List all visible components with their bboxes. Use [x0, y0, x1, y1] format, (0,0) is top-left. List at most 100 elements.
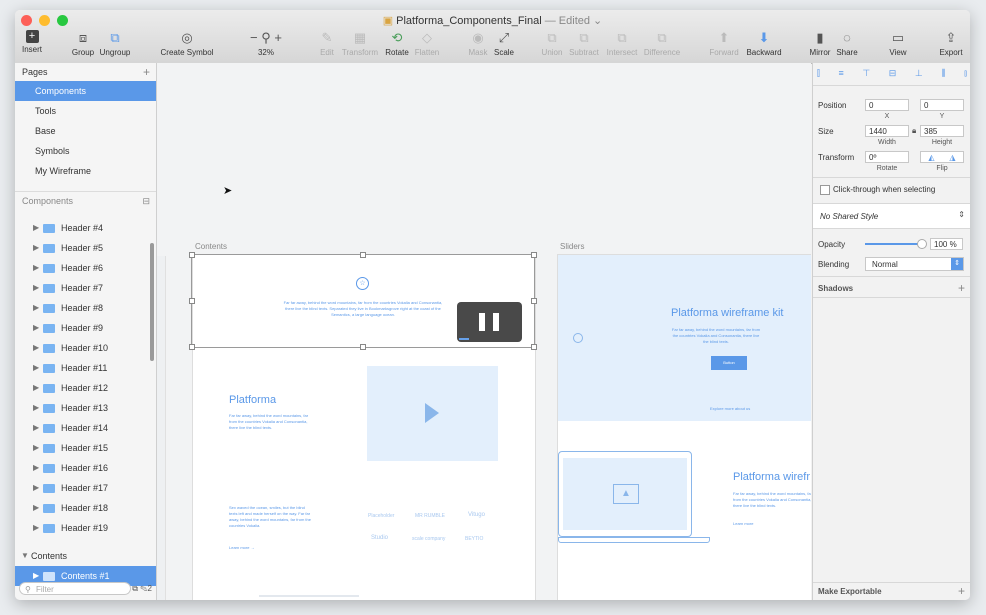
difference-icon: ⧉ [657, 30, 667, 45]
artboard-label-contents[interactable]: Contents [195, 242, 227, 251]
page-item-base[interactable]: Base [15, 121, 156, 141]
add-export-icon[interactable]: + [958, 584, 965, 598]
layer-item-header[interactable]: ▶ Header #15 [15, 438, 156, 458]
intersect-button[interactable]: ⧉ Intersect [605, 30, 639, 57]
page-item-components[interactable]: Components [15, 81, 156, 101]
flip-buttons[interactable]: ◭ ◮ [920, 151, 964, 163]
align-top-icon[interactable]: ⊤ [862, 68, 870, 82]
flip-vertical-icon[interactable]: ◮ [949, 152, 955, 162]
share-button[interactable]: ◌ Share [835, 30, 859, 57]
layer-item-header[interactable]: ▶ Header #13 [15, 398, 156, 418]
backward-button[interactable]: ⬇ Backward [744, 30, 784, 57]
artboard-sliders[interactable]: Platforma wireframe kit Far far away, be… [557, 254, 811, 600]
align-left-icon[interactable]: ⫿ [817, 68, 820, 82]
rotate-field[interactable]: 0º [865, 151, 909, 163]
align-bottom-icon[interactable]: ⊥ [915, 68, 923, 82]
layers-header: Components ⊟ [15, 191, 156, 209]
mirror-button[interactable]: ▮ Mirror [808, 30, 832, 57]
layer-list[interactable]: ▶ Header #4 ▶ Header #5 ▶ Header #6 ▶ Header #7… [15, 208, 156, 543]
y-field[interactable]: 0 [920, 99, 964, 111]
union-button[interactable]: ⧉ Union [540, 30, 564, 57]
ungroup-button[interactable]: ⧉ Ungroup [99, 30, 131, 57]
y-label: Y [939, 113, 945, 120]
layer-scrollbar[interactable] [150, 243, 154, 361]
resize-handle[interactable] [531, 344, 537, 350]
resize-handle[interactable] [531, 252, 537, 258]
opacity-slider-knob[interactable] [917, 239, 927, 249]
layer-item-header[interactable]: ▶ Header #6 [15, 258, 156, 278]
align-toolbar[interactable]: ⫿ ≡ ⊤ ⊟ ⊥ ⫼ ⫾ [817, 68, 967, 82]
canvas[interactable]: ➤ Contents Sliders ☆ Far far away, behin… [157, 63, 811, 600]
create-symbol-button[interactable]: ◎ Create Symbol [159, 30, 215, 57]
align-center-icon[interactable]: ⊟ [889, 68, 897, 82]
resize-handle[interactable] [531, 298, 537, 304]
layer-item-header[interactable]: ▶ Header #10 [15, 338, 156, 358]
layer-item-header[interactable]: ▶ Header #8 [15, 298, 156, 318]
filter-input[interactable]: ⚲ Filter [19, 582, 131, 595]
layer-item-header[interactable]: ▶ Header #5 [15, 238, 156, 258]
rotate-button[interactable]: ⟲ Rotate [383, 30, 411, 57]
pause-button[interactable] [457, 302, 522, 342]
flip-horizontal-icon[interactable]: ◭ [928, 152, 934, 162]
group-button[interactable]: ⧈ Group [70, 30, 96, 57]
layer-item-header[interactable]: ▶ Header #17 [15, 478, 156, 498]
add-page-icon[interactable]: + [143, 63, 150, 81]
resize-handle[interactable] [360, 252, 366, 258]
flatten-button[interactable]: ◇ Flatten [413, 30, 441, 57]
select-arrows-icon: ⇕ [951, 258, 963, 270]
lock-icon[interactable]: 🔒︎ [912, 126, 916, 136]
video-placeholder [367, 366, 498, 461]
height-field[interactable]: 385 [920, 125, 964, 137]
layer-item-header[interactable]: ▶ Header #7 [15, 278, 156, 298]
align-middle-icon[interactable]: ⫼ [941, 68, 945, 82]
opacity-field[interactable]: 100 % [930, 238, 963, 250]
width-field[interactable]: 1440 [865, 125, 909, 137]
slider-1: Platforma wireframe kit Far far away, be… [558, 255, 811, 421]
scale-button[interactable]: ⤢ Scale [492, 30, 516, 57]
page-item-symbols[interactable]: Symbols [15, 141, 156, 161]
click-through-checkbox[interactable] [820, 185, 830, 195]
layer-item-header[interactable]: ▶ Header #4 [15, 218, 156, 238]
artboard-label-sliders[interactable]: Sliders [560, 242, 584, 251]
disclosure-right-icon: ▶ [33, 263, 40, 272]
filter-options[interactable]: ⧉ ✎2 [132, 584, 152, 594]
layer-item-header[interactable]: ▶ Header #9 [15, 318, 156, 338]
resize-handle[interactable] [189, 344, 195, 350]
layer-item[interactable] [15, 208, 156, 218]
difference-button[interactable]: ⧉ Difference [642, 30, 682, 57]
layer-item-header[interactable]: ▶ Header #19 [15, 518, 156, 538]
align-right-icon[interactable]: ⫾ [964, 68, 967, 82]
edit-button[interactable]: ✎ Edit [316, 30, 338, 57]
disclosure-right-icon: ▶ [33, 343, 40, 352]
distribute-icon[interactable]: ≡ [838, 68, 843, 82]
layer-item-header[interactable]: ▶ Header #11 [15, 358, 156, 378]
group-contents[interactable]: ▼ Contents [15, 546, 156, 566]
transform-button[interactable]: ▦ Transform [341, 30, 379, 57]
insert-button[interactable]: + Insert [20, 30, 44, 54]
layer-item-header[interactable]: ▶ Header #12 [15, 378, 156, 398]
layer-label: Header #14 [61, 423, 109, 433]
page-item-my-wireframe[interactable]: My Wireframe [15, 161, 156, 181]
zoom-control[interactable]: − ⚲ +32% [244, 30, 288, 57]
disclosure-right-icon: ▶ [33, 223, 40, 232]
resize-handle[interactable] [189, 298, 195, 304]
shared-style-select[interactable]: No Shared Style ⇕ [813, 204, 970, 228]
mask-button[interactable]: ◉ Mask [467, 30, 489, 57]
view-button[interactable]: ▭ View [885, 30, 911, 57]
layer-item-header[interactable]: ▶ Header #18 [15, 498, 156, 518]
layer-item-header[interactable]: ▶ Header #16 [15, 458, 156, 478]
page-item-tools[interactable]: Tools [15, 101, 156, 121]
forward-button[interactable]: ⬆ Forward [708, 30, 740, 57]
add-shadow-icon[interactable]: + [958, 281, 965, 295]
blending-select[interactable]: Normal ⇕ [865, 257, 964, 271]
resize-handle[interactable] [360, 344, 366, 350]
subtract-button[interactable]: ⧉ Subtract [567, 30, 601, 57]
resize-handle[interactable] [189, 252, 195, 258]
slider-small-text: Explore more about us [710, 406, 751, 411]
x-field[interactable]: 0 [865, 99, 909, 111]
opacity-slider[interactable] [865, 243, 921, 245]
export-button[interactable]: ⇪ Export [937, 30, 965, 57]
ruler [157, 256, 166, 600]
logo-5: scale company [412, 536, 446, 542]
layer-item-header[interactable]: ▶ Header #14 [15, 418, 156, 438]
